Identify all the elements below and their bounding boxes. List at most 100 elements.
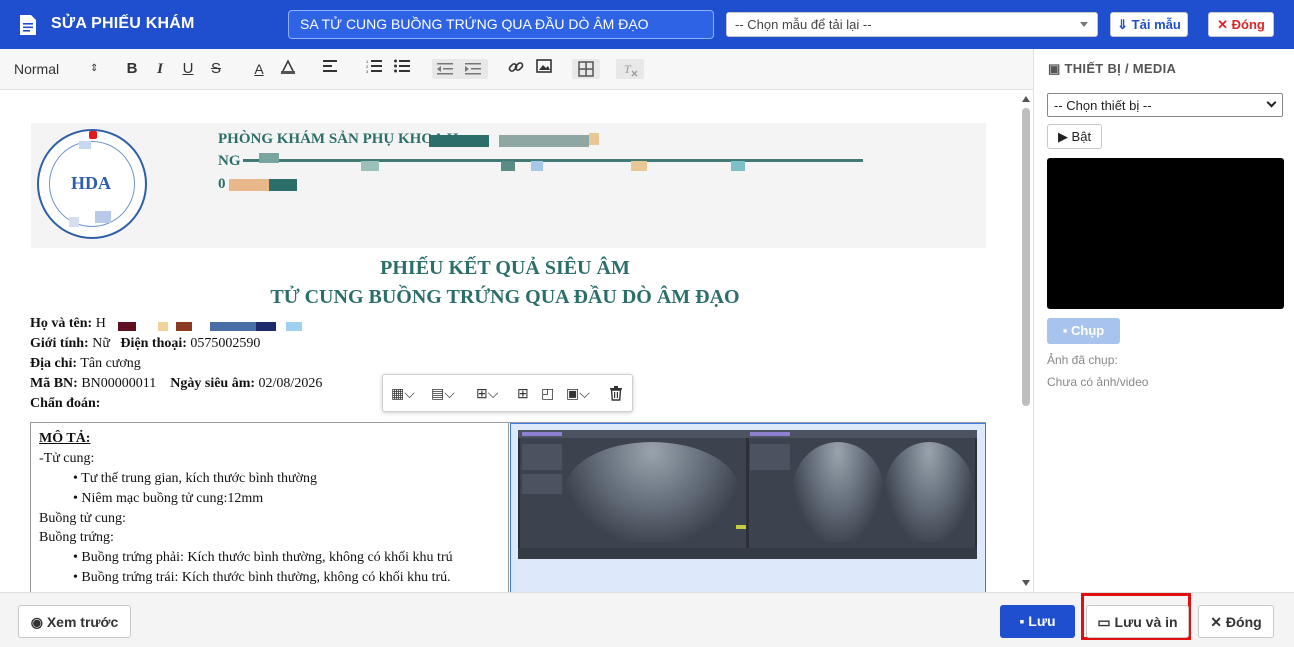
- device-select-value: -- Chọn thiết bị --: [1054, 98, 1152, 113]
- scroll-down-icon[interactable]: [1022, 580, 1030, 586]
- document-title-line-2: TỬ CUNG BUỒNG TRỨNG QUA ĐẦU DÒ ÂM ĐẠO: [270, 286, 740, 308]
- updown-icon: ⇕: [90, 63, 99, 74]
- italic-button[interactable]: I: [152, 59, 168, 79]
- turn-on-button[interactable]: ▶ Bật: [1047, 124, 1102, 149]
- template-select-value: -- Chọn mẫu để tải lại --: [735, 17, 872, 32]
- save-button[interactable]: ▪ Lưu: [1000, 605, 1075, 638]
- captured-label: Ảnh đã chụp:: [1047, 353, 1118, 367]
- align-left-icon[interactable]: [322, 59, 340, 79]
- device-media-panel: ▣ THIẾT BỊ / MEDIA -- Chọn thiết bị -- ▶…: [1033, 49, 1294, 592]
- svg-text:3: 3: [366, 69, 369, 73]
- dropdown-caret-icon: [1080, 22, 1088, 27]
- printer-icon: ▭: [1097, 614, 1115, 630]
- device-select[interactable]: -- Chọn thiết bị --: [1047, 93, 1283, 117]
- capture-label: Chụp: [1071, 323, 1105, 338]
- chevron-down-icon: [1266, 97, 1277, 108]
- video-preview: [1047, 158, 1284, 309]
- editor-area[interactable]: HDA PHÒNG KHÁM SẢN PHỤ KHOA H NG 0 PHIẾU…: [0, 90, 1033, 592]
- paragraph-style-value: Normal: [14, 61, 60, 77]
- save-and-print-button[interactable]: ▭ Lưu và in: [1086, 605, 1189, 638]
- clinic-name: PHÒNG KHÁM SẢN PHỤ KHOA H: [218, 131, 459, 147]
- ultrasound-image: [518, 430, 977, 559]
- merge-cells-icon[interactable]: ⊞⌵: [476, 385, 498, 401]
- table-grid-icon[interactable]: ⊞: [517, 385, 529, 401]
- table-icon[interactable]: [572, 59, 600, 79]
- phone-value: 0575002590: [190, 336, 261, 351]
- gender-value: Nữ: [92, 336, 110, 351]
- document-icon: [20, 15, 36, 35]
- table-properties-icon[interactable]: ▣⌵: [566, 385, 590, 401]
- clinic-header: HDA PHÒNG KHÁM SẢN PHỤ KHOA H NG 0: [31, 123, 986, 248]
- template-select[interactable]: -- Chọn mẫu để tải lại --: [726, 12, 1098, 37]
- description-line: • Buồng trứng trái: Kích thước bình thườ…: [73, 570, 451, 585]
- record-title-input[interactable]: SA TỬ CUNG BUỒNG TRỨNG QUA ĐẦU DÒ ÂM ĐẠO: [288, 10, 714, 39]
- floppy-icon: ▪: [1019, 613, 1029, 629]
- empty-media-label: Chưa có ảnh/video: [1047, 375, 1149, 389]
- ultrasound-date-value: 02/08/2026: [258, 376, 323, 391]
- top-header: SỬA PHIẾU KHÁM SA TỬ CUNG BUỒNG TRỨNG QU…: [0, 0, 1294, 49]
- description-line: Buồng tử cung:: [39, 511, 126, 526]
- address-value: Tân cương: [80, 356, 141, 371]
- media-panel-title: ▣ THIẾT BỊ / MEDIA: [1048, 61, 1176, 77]
- patient-gender-row: Giới tính: Nữ Điện thoại: 0575002590: [30, 336, 260, 352]
- footer-bar: ◉ Xem trước ▪ Lưu ▭ Lưu và in ✕ Đóng: [0, 592, 1294, 647]
- table-header-icon[interactable]: ◰: [541, 385, 554, 401]
- patient-code-row: Mã BN: BN00000011 Ngày siêu âm: 02/08/20…: [30, 376, 322, 392]
- logo-text: HDA: [71, 173, 111, 193]
- description-cell[interactable]: MÔ TẢ: -Tử cung: • Tư thế trung gian, kí…: [31, 423, 509, 592]
- bullet-list-icon[interactable]: [393, 59, 411, 79]
- paragraph-style-select[interactable]: Normal ⇕: [14, 59, 98, 79]
- scroll-thumb[interactable]: [1022, 108, 1030, 406]
- clear-format-icon[interactable]: T: [616, 59, 644, 79]
- ultrasound-date-label: Ngày siêu âm:: [170, 376, 256, 391]
- patient-code-label: Mã BN:: [30, 376, 78, 391]
- patient-address-row: Địa chỉ: Tân cương: [30, 356, 141, 372]
- clinic-phone: 0: [218, 176, 226, 192]
- patient-name-label: Họ và tên:: [30, 316, 93, 331]
- capture-button[interactable]: ▪ Chụp: [1047, 318, 1120, 344]
- ordered-list-icon[interactable]: 123: [365, 59, 383, 79]
- delete-table-icon[interactable]: [609, 385, 623, 404]
- highlight-color-icon[interactable]: [279, 59, 297, 79]
- patient-name-row: Họ và tên: H: [30, 316, 106, 332]
- camera-icon: ▣: [1048, 61, 1065, 76]
- load-template-button[interactable]: ⇓ Tải mẫu: [1110, 12, 1188, 37]
- editor-scrollbar[interactable]: [1019, 92, 1033, 590]
- link-icon[interactable]: [507, 59, 525, 79]
- preview-button[interactable]: ◉ Xem trước: [18, 605, 131, 638]
- description-line: -Tử cung:: [39, 451, 95, 466]
- clinic-address: NG: [218, 153, 241, 169]
- outdent-icon[interactable]: [437, 62, 453, 76]
- table-context-toolbar: ▦⌵ ▤⌵ ⊞⌵ ⊞ ◰ ▣⌵: [382, 374, 633, 412]
- bold-button[interactable]: B: [124, 59, 140, 79]
- indent-icon[interactable]: [465, 62, 481, 76]
- close-button[interactable]: ✕ Đóng: [1208, 12, 1274, 37]
- patient-code-value: BN00000011: [81, 376, 157, 391]
- description-line: • Tư thế trung gian, kích thước bình thư…: [73, 471, 318, 486]
- patient-name-value: H: [95, 316, 106, 331]
- close-footer-button[interactable]: ✕ Đóng: [1198, 605, 1274, 638]
- clinic-logo: HDA: [37, 129, 147, 239]
- diagnosis-row: Chẩn đoán:: [30, 396, 100, 412]
- table-rows-icon[interactable]: ▦⌵: [391, 385, 415, 401]
- table-columns-icon[interactable]: ▤⌵: [431, 385, 455, 401]
- editor-toolbar: Normal ⇕ B I U S A 123 T: [0, 49, 1033, 90]
- document-title-line-1: PHIẾU KẾT QUẢ SIÊU ÂM: [380, 257, 630, 279]
- description-heading: MÔ TẢ:: [39, 431, 91, 446]
- strikethrough-button[interactable]: S: [208, 59, 224, 79]
- diagnosis-label: Chẩn đoán:: [30, 396, 101, 411]
- result-table[interactable]: MÔ TẢ: -Tử cung: • Tư thế trung gian, kí…: [30, 422, 986, 592]
- svg-text:T: T: [624, 62, 632, 76]
- description-line: Buồng trứng:: [39, 530, 114, 545]
- ultrasound-image-cell[interactable]: [510, 423, 986, 592]
- font-color-button[interactable]: A: [251, 59, 267, 79]
- page-title: SỬA PHIẾU KHÁM: [51, 15, 195, 32]
- underline-button[interactable]: U: [180, 59, 196, 79]
- save-and-print-label: Lưu và in: [1114, 614, 1178, 630]
- description-line: • Niêm mạc buồng tử cung:12mm: [73, 491, 264, 506]
- scroll-up-icon[interactable]: [1022, 96, 1030, 102]
- phone-label: Điện thoại:: [120, 336, 187, 351]
- address-label: Địa chỉ:: [30, 356, 78, 371]
- preview-label: Xem trước: [46, 614, 119, 630]
- image-icon[interactable]: [535, 59, 553, 79]
